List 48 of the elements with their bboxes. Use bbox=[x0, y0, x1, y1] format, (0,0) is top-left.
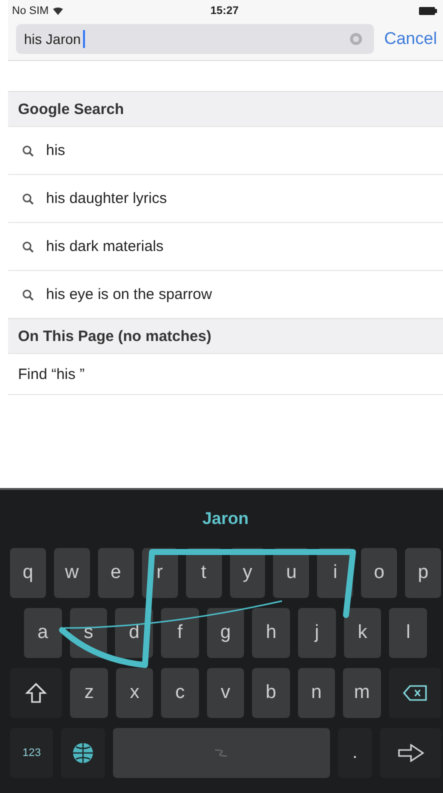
search-suggestion[interactable]: his bbox=[8, 126, 443, 174]
globe-icon bbox=[72, 742, 94, 764]
letter-key[interactable]: g bbox=[206, 608, 244, 658]
letter-key[interactable]: n bbox=[298, 668, 336, 718]
shift-key[interactable] bbox=[10, 668, 62, 718]
search-icon bbox=[22, 192, 34, 204]
letter-key[interactable]: v bbox=[206, 668, 244, 718]
search-icon bbox=[22, 240, 34, 252]
word-suggestion[interactable]: Jaron bbox=[8, 490, 443, 548]
letter-key[interactable]: p bbox=[405, 548, 442, 598]
letter-key[interactable]: l bbox=[389, 608, 428, 658]
letter-key[interactable]: w bbox=[54, 548, 90, 598]
letter-key[interactable]: x bbox=[116, 668, 154, 718]
backspace-icon bbox=[402, 685, 427, 701]
letter-key[interactable]: j bbox=[298, 608, 336, 658]
letter-key[interactable]: z bbox=[70, 668, 108, 718]
letter-key[interactable]: b bbox=[252, 668, 290, 718]
search-icon bbox=[22, 288, 34, 300]
status-time: 15:27 bbox=[210, 5, 239, 17]
letter-key[interactable]: k bbox=[344, 608, 382, 658]
letter-key[interactable]: c bbox=[161, 668, 199, 718]
clear-icon bbox=[350, 33, 362, 45]
letter-key[interactable]: o bbox=[361, 548, 398, 598]
search-suggestion[interactable]: his daughter lyrics bbox=[8, 174, 443, 222]
letter-key[interactable]: q bbox=[10, 548, 46, 598]
letter-key[interactable]: h bbox=[252, 608, 290, 658]
punctuation-key[interactable]: . bbox=[338, 728, 372, 778]
letter-key[interactable]: f bbox=[161, 608, 199, 658]
section-header: On This Page (no matches) bbox=[8, 318, 443, 353]
letter-key[interactable]: e bbox=[98, 548, 134, 598]
wifi-icon bbox=[52, 7, 63, 15]
search-icon bbox=[22, 144, 34, 156]
section-header: Google Search bbox=[8, 91, 443, 126]
cancel-button[interactable]: Cancel bbox=[384, 29, 443, 49]
carrier-label: No SIM bbox=[12, 5, 49, 17]
find-on-page-item[interactable]: Find “his ” bbox=[8, 353, 443, 394]
backspace-key[interactable] bbox=[388, 668, 442, 718]
search-field[interactable]: his Jaron bbox=[16, 24, 374, 54]
swipe-logo-icon bbox=[213, 748, 230, 758]
globe-key[interactable] bbox=[61, 728, 105, 778]
arrow-right-icon bbox=[398, 744, 424, 762]
search-suggestion[interactable]: his dark materials bbox=[8, 222, 443, 270]
return-key[interactable] bbox=[380, 728, 442, 778]
numbers-key[interactable]: 123 bbox=[10, 728, 54, 778]
letter-key[interactable]: a bbox=[24, 608, 62, 658]
shift-icon bbox=[25, 682, 48, 704]
battery-icon bbox=[418, 7, 437, 15]
letter-key[interactable]: m bbox=[343, 668, 381, 718]
